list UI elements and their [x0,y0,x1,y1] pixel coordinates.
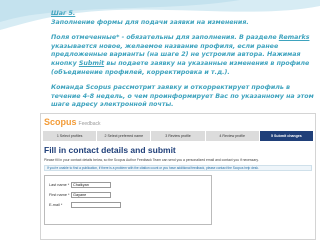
instruction-paragraph-2: Команда Scopus рассмотрит заявку и откор… [51,84,314,109]
scopus-feedback-screenshot: Scopus Feedback 1 Select profiles 2 Selec… [40,113,316,240]
last-name-label: Last name * [49,183,70,187]
last-name-field[interactable]: Chaikyan [71,182,111,188]
step-title: Шаг 5. [51,10,76,17]
page-title: Fill in contact details and submit [44,145,176,155]
contact-form: Last name * Chaikyan First name * Gayane… [44,175,212,225]
intro-text: Please fill in your contact details belo… [44,158,259,162]
tab-step-4[interactable]: 4 Review profile [205,131,259,141]
first-name-label: First name * [49,193,70,197]
email-row: E-mail * [49,202,121,208]
submit-term: Submit [78,59,105,67]
tab-step-2[interactable]: 2 Select preferred name [97,131,151,141]
logo-subtext: Feedback [78,121,101,127]
slide-instructions: Шаг 5. Заполнение формы для подачи заявк… [51,10,316,110]
last-name-row: Last name * Chaikyan [49,182,111,188]
tab-step-1[interactable]: 1 Select profiles [43,131,97,141]
scopus-logo: Scopus Feedback [44,117,100,127]
tab-step-3[interactable]: 3 Review profile [151,131,205,141]
email-field[interactable] [71,202,121,208]
email-label: E-mail * [49,203,63,207]
logo-text: Scopus [44,117,77,127]
first-name-row: First name * Gayane [49,192,111,198]
tab-step-5[interactable]: 5 Submit changes [259,131,314,141]
first-name-field[interactable]: Gayane [71,192,111,198]
remarks-term: Remarks [278,34,310,42]
wizard-steps: 1 Select profiles 2 Select preferred nam… [43,131,314,141]
instruction-paragraph-1: Поля отмеченные* - обязательны для запол… [51,34,316,77]
para1-part-a: Поля отмеченные* - обязательны для запол… [51,34,279,42]
notice-box: If you're unable to find a publication, … [44,165,312,171]
step-subtitle: Заполнение формы для подачи заявки на из… [51,18,249,26]
